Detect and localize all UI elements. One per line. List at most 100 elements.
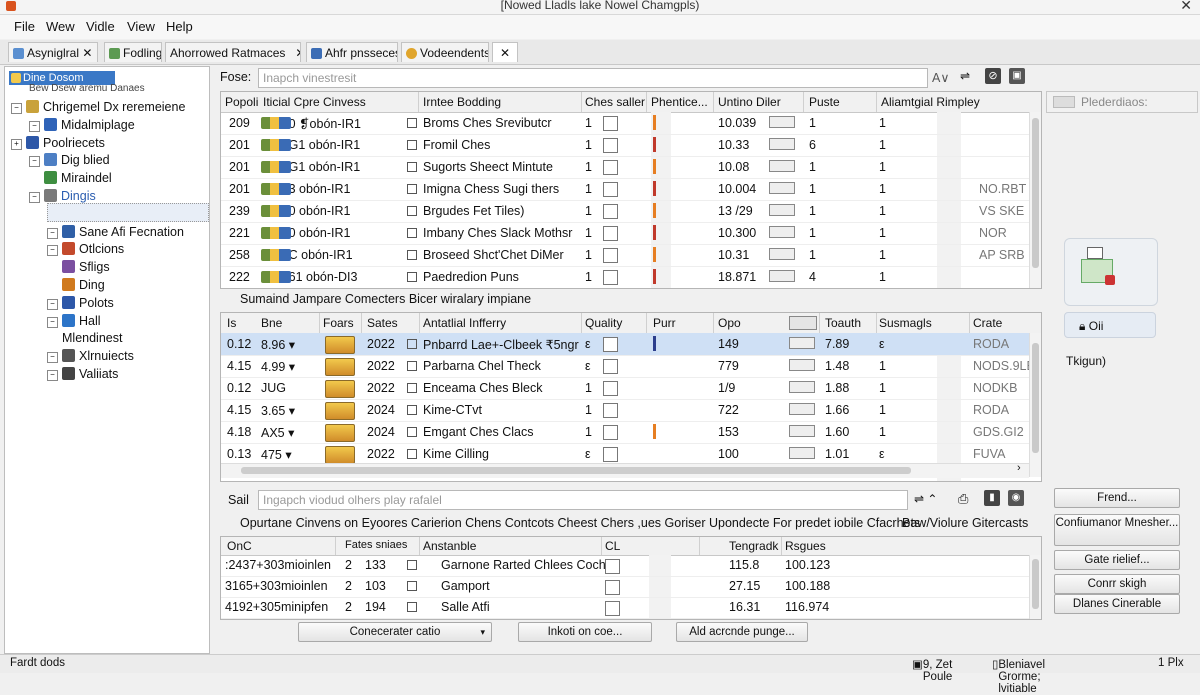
- row-toggle-icon[interactable]: [407, 427, 417, 437]
- row-toggle-icon[interactable]: [407, 228, 417, 238]
- sidebar-item[interactable]: − Otlcions: [47, 241, 124, 258]
- grid2-hscrollbar[interactable]: ›: [221, 462, 1029, 478]
- col-anstanble[interactable]: Anstanble: [423, 539, 476, 553]
- row-checkbox[interactable]: [603, 248, 618, 263]
- search-bottom-input[interactable]: Ingapch viodud olhers play rafalel: [258, 490, 908, 510]
- close-window-icon[interactable]: ✕: [1180, 0, 1192, 14]
- table-row[interactable]: 201 FG1 obón-IR1 Sugorts Sheect Mintute 1 10…: [221, 156, 1041, 179]
- tab-ahfr-pnsseces[interactable]: Ahfr pnsseces: [306, 42, 398, 62]
- row-toggle-icon[interactable]: [407, 449, 417, 459]
- col-tengradk[interactable]: Tengradk: [729, 539, 778, 553]
- col-cinvess[interactable]: Iticial Cpre Cinvess: [263, 95, 366, 109]
- slider-control[interactable]: [789, 359, 815, 371]
- sidebar-item[interactable]: − Valiiats: [47, 366, 118, 383]
- expand-toggle-icon[interactable]: −: [47, 352, 58, 364]
- expand-toggle-icon[interactable]: −: [47, 227, 58, 239]
- col-susmagls[interactable]: Susmagls: [879, 316, 932, 330]
- row-checkbox[interactable]: [605, 601, 620, 616]
- search-input[interactable]: Inapch vinestresit: [258, 68, 928, 88]
- slider-control[interactable]: [789, 403, 815, 415]
- col-toggle-icon[interactable]: [789, 316, 817, 330]
- sidebar-item[interactable]: − Polots: [47, 295, 114, 312]
- col-fates[interactable]: Fates sniaes: [345, 539, 407, 551]
- row-toggle-icon[interactable]: [407, 361, 417, 371]
- sidebar-item[interactable]: Sfligs: [47, 259, 110, 276]
- expand-toggle-icon[interactable]: −: [47, 245, 58, 257]
- sidebar-item[interactable]: + Poolriecets: [11, 135, 105, 152]
- expand-toggle-icon[interactable]: −: [29, 192, 40, 203]
- slider-control[interactable]: [789, 337, 815, 349]
- table-row[interactable]: 0.12 8.96 ▾ 2022 Pnbarrd Lae+-Clbeek ₹5ngr ε…: [221, 333, 1041, 356]
- row-toggle-icon[interactable]: [407, 560, 417, 570]
- row-checkbox[interactable]: [603, 403, 618, 418]
- lock-icon[interactable]: ⊘: [985, 68, 1001, 84]
- col-phentice[interactable]: Phentice...: [651, 95, 708, 109]
- row-toggle-icon[interactable]: [407, 162, 417, 172]
- slider-control[interactable]: [769, 138, 795, 150]
- dlanes-button[interactable]: Dlanes Cinerable: [1054, 594, 1180, 614]
- col-untino-diler[interactable]: Untino Diler: [718, 95, 781, 109]
- grid3-scrollbar[interactable]: [1029, 555, 1041, 619]
- table-row[interactable]: 201 F3 obón-IR1 Imigna Chess Sugi thers 1 10…: [221, 178, 1041, 201]
- table-row[interactable]: 209 F0 ❡obón-IR1 Broms Ches Srevibutcr 1 10.…: [221, 112, 1041, 135]
- menu-help[interactable]: Help: [166, 19, 193, 34]
- tab-close-all[interactable]: ✕: [492, 42, 518, 62]
- row-toggle-icon[interactable]: [407, 118, 417, 128]
- sidebar-item[interactable]: Miraindel: [29, 170, 112, 187]
- sidebar-item[interactable]: Mlendinest: [47, 330, 122, 347]
- sidebar-item[interactable]: − Dig blied: [29, 152, 110, 169]
- sidebar-item[interactable]: − Xlrnuiects: [47, 348, 134, 365]
- row-checkbox[interactable]: [603, 182, 618, 197]
- col-rimpley[interactable]: Aliamtgial Rimpley: [881, 95, 980, 109]
- table-row[interactable]: 221 F0 obón-IR1 Imbany Ches Slack Mothsr 1 1…: [221, 222, 1041, 245]
- slider-control[interactable]: [769, 182, 795, 194]
- slider-control[interactable]: [769, 160, 795, 172]
- menu-wew[interactable]: Wew: [46, 19, 75, 34]
- gate-relief-button[interactable]: Gate rielief...: [1054, 550, 1180, 570]
- sidebar-item[interactable]: − Sane Afi Fecnation: [47, 224, 184, 241]
- row-checkbox[interactable]: [603, 381, 618, 396]
- row-checkbox[interactable]: [603, 204, 618, 219]
- tab-fodling[interactable]: Fodling: [104, 42, 162, 62]
- row-toggle-icon[interactable]: [407, 184, 417, 194]
- link-on-code-button[interactable]: Inkoti on coe...: [518, 622, 652, 642]
- menu-view[interactable]: View: [127, 19, 155, 34]
- table-row[interactable]: 4.15 3.65 ▾ 2024 Kime-CTvt 1 722 1.66 1 RODA: [221, 399, 1041, 422]
- row-checkbox[interactable]: [603, 116, 618, 131]
- table-row[interactable]: 239 F0 obón-IR1 Brgudes Fet Tiles) 1 13 /29 1…: [221, 200, 1041, 223]
- slider-control[interactable]: [769, 248, 795, 260]
- grid2-scrollbar[interactable]: [1029, 333, 1041, 477]
- camera-icon[interactable]: ◉: [1008, 490, 1024, 506]
- row-checkbox[interactable]: [603, 447, 618, 462]
- slider-control[interactable]: [769, 270, 795, 282]
- table-row[interactable]: 4.15 4.99 ▾ 2022 Parbarna Chel Theck ε 779 1.4…: [221, 355, 1041, 378]
- menu-file[interactable]: File: [14, 19, 35, 34]
- col-puste[interactable]: Puste: [809, 95, 840, 109]
- col-sates[interactable]: Sates: [367, 316, 398, 330]
- friend-button[interactable]: Frend...: [1054, 488, 1180, 508]
- scroll-right-icon[interactable]: ›: [1017, 462, 1021, 474]
- close-tab-icon[interactable]: ✕: [295, 46, 300, 60]
- col-crate[interactable]: Crate: [973, 316, 1002, 330]
- case-toggle[interactable]: A∨: [932, 70, 950, 85]
- slider-control[interactable]: [789, 447, 815, 459]
- row-toggle-icon[interactable]: [407, 405, 417, 415]
- convert-skigh-button[interactable]: Conrr skigh: [1054, 574, 1180, 594]
- tab-vodeendents[interactable]: Vodeendents: [401, 42, 489, 62]
- sidebar-item[interactable]: − Chrigemel Dx reremeiene: [11, 99, 185, 116]
- row-toggle-icon[interactable]: [407, 272, 417, 282]
- slider-control[interactable]: [769, 226, 795, 238]
- save-icon[interactable]: ▣: [1009, 68, 1025, 84]
- col-cl[interactable]: CL: [605, 539, 620, 553]
- slider-control[interactable]: [769, 116, 795, 128]
- row-checkbox[interactable]: [603, 226, 618, 241]
- col-purr[interactable]: Purr: [653, 316, 676, 330]
- col-ches-saller[interactable]: Ches saller: [585, 95, 645, 109]
- row-checkbox[interactable]: [603, 425, 618, 440]
- table-row[interactable]: 0.12 JUG 2022 Enceama Ches Bleck 1 1/9 1.88 1 NO…: [221, 377, 1041, 400]
- print-icon[interactable]: ⎙: [958, 491, 968, 507]
- lock2-icon[interactable]: ▮: [984, 490, 1000, 506]
- col-is[interactable]: Is: [227, 316, 236, 330]
- expand-toggle-icon[interactable]: +: [11, 138, 22, 150]
- expand-toggle-icon[interactable]: −: [29, 156, 40, 168]
